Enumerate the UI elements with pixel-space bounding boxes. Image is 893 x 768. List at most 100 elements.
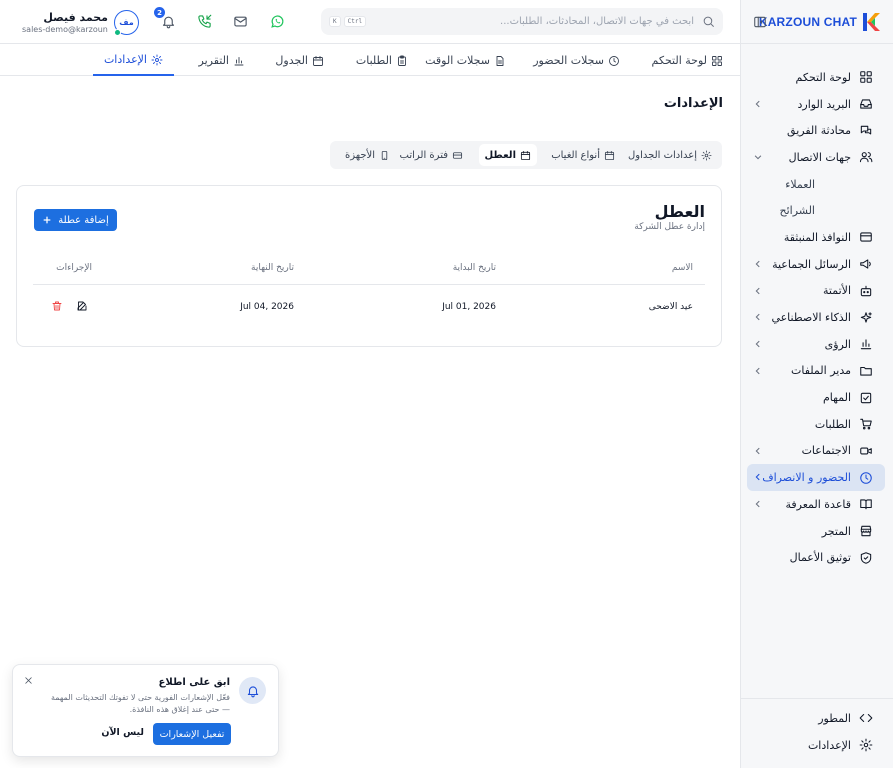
column-header-end-date: تاريخ النهاية xyxy=(251,263,294,273)
chevron-left-icon xyxy=(755,474,760,481)
sidebar-item-inbox[interactable]: البريد الوارد xyxy=(747,91,885,118)
chevron-left-icon xyxy=(755,367,760,374)
chevron-left-icon xyxy=(755,313,760,321)
subtab-holidays[interactable]: العطل xyxy=(478,144,537,166)
delete-holiday-button[interactable] xyxy=(51,300,63,312)
holidays-title: العطل xyxy=(654,202,705,221)
sidebar-item-contacts[interactable]: جهات الاتصال xyxy=(747,144,885,171)
sidebar-item-label: العملاء xyxy=(785,177,815,191)
sidebar-item-broadcasts[interactable]: الرسائل الجماعية xyxy=(747,251,885,278)
sidebar-item-dashboard[interactable]: لوحة التحكم xyxy=(747,64,885,91)
sidebar-item-attendance[interactable]: الحضور و الانصراف xyxy=(747,464,885,491)
brand-logo[interactable]: KARZOUN CHAT xyxy=(759,11,883,33)
subtab-label: العطل xyxy=(484,149,517,161)
sidebar-item-orders[interactable]: الطلبات xyxy=(747,411,885,438)
chevron-down-icon xyxy=(754,155,762,160)
sidebar-item-popups[interactable]: النوافذ المنبثقة xyxy=(747,224,885,251)
holidays-subtitle: إدارة عطل الشركة xyxy=(634,222,705,232)
phone-incoming-icon xyxy=(198,14,212,28)
add-holiday-label: إضافة عطلة xyxy=(58,214,109,226)
credit-card-icon xyxy=(452,151,463,159)
subtab-absence-types[interactable]: أنواع الغياب xyxy=(545,144,621,166)
inbox-icon xyxy=(860,99,872,109)
sidebar-item-label: محادثة الفريق xyxy=(787,124,851,138)
tab-time-logs[interactable]: سجلات الوقت xyxy=(425,45,506,76)
tab-requests[interactable]: الطلبات xyxy=(356,45,408,76)
sidebar-item-developer[interactable]: المطور xyxy=(747,705,885,732)
email-button[interactable] xyxy=(233,14,248,29)
sidebar-subitem-segments[interactable]: الشرائح xyxy=(747,197,885,224)
toast-message: فعّل الإشعارات الفورية حتى لا تفوتك التح… xyxy=(50,693,230,714)
enable-notifications-button[interactable]: تفعيل الإشعارات xyxy=(153,723,231,745)
sidebar-item-automation[interactable]: الأتمتة xyxy=(747,278,885,305)
sidebar-collapse-button[interactable] xyxy=(753,15,767,29)
chevron-left-icon xyxy=(755,500,760,508)
sidebar-item-label: المتجر xyxy=(821,524,851,538)
code-icon xyxy=(859,714,873,723)
sidebar-item-file-manager[interactable]: مدير الملفات xyxy=(747,358,885,385)
not-now-button[interactable]: ليس الآن xyxy=(101,727,144,738)
toast-bell xyxy=(239,677,266,704)
holiday-name-cell: عيد الاضحى xyxy=(648,302,693,312)
page-title: الإعدادات xyxy=(663,96,723,111)
chevron-left-icon xyxy=(755,260,760,268)
sidebar-nav: لوحة التحكم البريد الوارد محادثة الفريق … xyxy=(741,64,893,571)
sidebar-item-insights[interactable]: الرؤى xyxy=(747,331,885,358)
gear-icon xyxy=(151,54,163,65)
kbd-ctrl: Ctrl xyxy=(343,16,367,27)
global-search[interactable]: K Ctrl xyxy=(321,8,723,35)
sidebar-item-label: الإعدادات xyxy=(807,738,851,752)
sidebar-item-label: الاجتماعات xyxy=(801,444,851,458)
subtab-label: الأجهزة xyxy=(344,149,375,161)
sidebar-item-ai[interactable]: الذكاء الاصطناعي xyxy=(747,304,885,331)
tab-report[interactable]: التقرير xyxy=(199,45,246,76)
sidebar-item-store[interactable]: المتجر xyxy=(747,518,885,545)
whatsapp-button[interactable] xyxy=(270,14,285,29)
calendar-icon xyxy=(520,150,531,160)
tab-settings[interactable]: الإعدادات xyxy=(92,45,174,76)
user-name[interactable]: محمد فيصل xyxy=(22,11,108,24)
sidebar-item-label: المطور xyxy=(818,711,851,725)
sidebar-footer: المطور الإعدادات xyxy=(741,698,893,768)
subtab-label: إعدادات الجداول xyxy=(628,149,697,161)
tab-schedule[interactable]: الجدول xyxy=(275,45,324,76)
user-email: sales-demo@karzoun... xyxy=(22,25,108,34)
sidebar-item-label: الرسائل الجماعية xyxy=(772,257,851,271)
tab-label: سجلات الحضور xyxy=(533,54,604,67)
gear-icon xyxy=(859,738,873,752)
tab-label: لوحة التحكم xyxy=(651,54,707,67)
sidebar-item-label: توثيق الأعمال xyxy=(789,551,851,565)
folder-icon xyxy=(860,366,872,376)
sidebar-item-label: الطلبات xyxy=(814,417,851,431)
notification-permission-toast: ابق على اطلاع فعّل الإشعارات الفورية حتى… xyxy=(12,664,279,757)
subtab-label: أنواع الغياب xyxy=(551,149,600,161)
calls-button[interactable] xyxy=(197,14,212,29)
column-header-actions: الإجراءات xyxy=(56,263,92,273)
bot-icon xyxy=(860,285,872,297)
sidebar: KARZOUN CHAT لوحة التحكم البريد الوارد م… xyxy=(740,0,893,768)
sidebar-subitem-customers[interactable]: العملاء xyxy=(747,171,885,198)
sidebar-item-knowledge-base[interactable]: قاعدة المعرفة xyxy=(747,491,885,518)
holiday-end-cell: Jul 04, 2026 xyxy=(240,302,294,312)
subtab-devices[interactable]: الأجهزة xyxy=(339,144,396,166)
sidebar-item-label: الرؤى xyxy=(824,337,851,351)
megaphone-icon xyxy=(860,259,871,269)
tab-attendance-logs[interactable]: سجلات الحضور xyxy=(533,45,620,76)
subtab-schedule-settings[interactable]: إعدادات الجداول xyxy=(622,144,718,166)
sidebar-item-settings[interactable]: الإعدادات xyxy=(747,732,885,759)
sidebar-item-team-chat[interactable]: محادثة الفريق xyxy=(747,117,885,144)
tab-dashboard[interactable]: لوحة التحكم xyxy=(652,45,723,76)
sidebar-item-business-verification[interactable]: توثيق الأعمال xyxy=(747,544,885,571)
store-icon xyxy=(860,525,872,537)
sidebar-item-tasks[interactable]: المهام xyxy=(747,384,885,411)
close-icon xyxy=(25,677,32,684)
tab-label: التقرير xyxy=(198,54,230,67)
toast-close-button[interactable] xyxy=(23,675,34,686)
grid-icon xyxy=(860,71,872,84)
whatsapp-icon xyxy=(271,15,284,28)
search-input[interactable] xyxy=(366,16,702,27)
edit-holiday-button[interactable] xyxy=(76,300,88,312)
add-holiday-button[interactable]: إضافة عطلة xyxy=(34,209,117,231)
subtab-pay-period[interactable]: فترة الراتب xyxy=(394,144,469,166)
sidebar-item-meetings[interactable]: الاجتماعات xyxy=(747,438,885,465)
